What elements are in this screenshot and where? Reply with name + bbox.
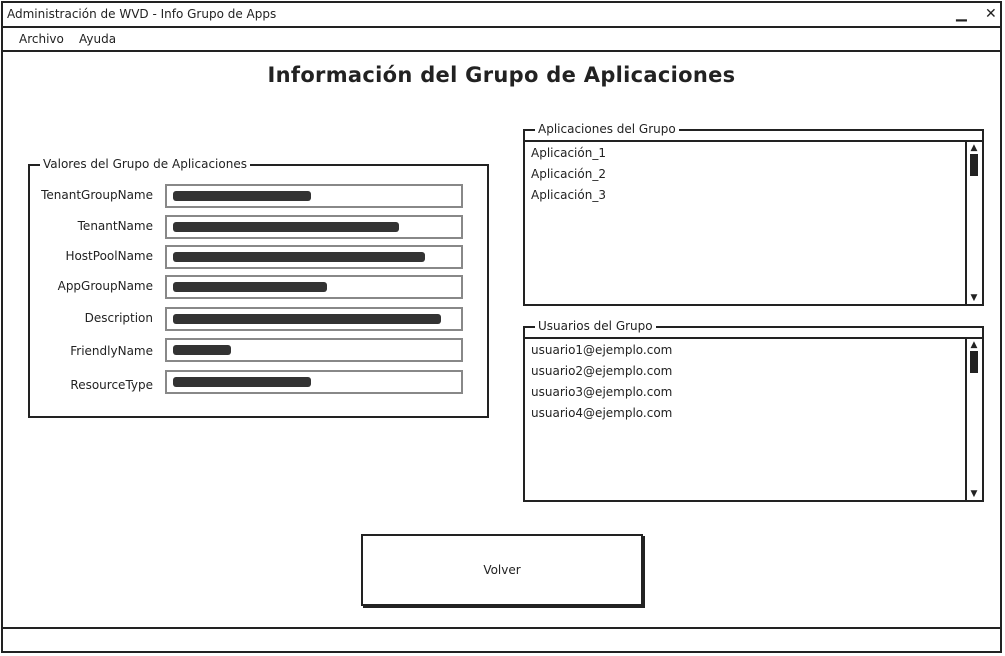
users-panel-legend: Usuarios del Grupo	[535, 319, 656, 333]
field-tenantgroupname[interactable]	[165, 184, 463, 208]
redacted-value	[173, 252, 425, 262]
redacted-value	[173, 377, 311, 387]
menu-bar: Archivo Ayuda	[3, 28, 1000, 52]
values-panel-legend: Valores del Grupo de Aplicaciones	[40, 157, 250, 171]
scroll-down-icon[interactable]: ▼	[968, 293, 980, 303]
label-description: Description	[84, 311, 153, 325]
field-hostpoolname[interactable]	[165, 245, 463, 269]
field-tenantname[interactable]	[165, 215, 463, 239]
title-bar: Administración de WVD - Info Grupo de Ap…	[3, 3, 1000, 28]
redacted-value	[173, 314, 441, 324]
close-icon[interactable]: ✕	[985, 3, 997, 26]
back-button[interactable]: Volver	[361, 534, 643, 606]
label-friendlyname: FriendlyName	[70, 344, 153, 358]
label-tenantname: TenantName	[77, 219, 153, 233]
redacted-value	[173, 282, 327, 292]
field-appgroupname[interactable]	[165, 275, 463, 299]
label-hostpoolname: HostPoolName	[65, 249, 153, 263]
users-list[interactable]: usuario1@ejemplo.com usuario2@ejemplo.co…	[525, 337, 982, 500]
values-panel: Valores del Grupo de Aplicaciones Tenant…	[28, 157, 489, 418]
label-appgroupname: AppGroupName	[57, 279, 153, 293]
list-item[interactable]: Aplicación_3	[531, 188, 606, 202]
scroll-thumb[interactable]	[970, 351, 978, 373]
window-title: Administración de WVD - Info Grupo de Ap…	[7, 7, 277, 21]
list-item[interactable]: usuario4@ejemplo.com	[531, 406, 672, 420]
scroll-down-icon[interactable]: ▼	[968, 489, 980, 499]
users-panel: Usuarios del Grupo usuario1@ejemplo.com …	[523, 319, 984, 502]
list-item[interactable]: usuario1@ejemplo.com	[531, 343, 672, 357]
users-scrollbar[interactable]: ▲ ▼	[965, 339, 982, 500]
list-item[interactable]: Aplicación_1	[531, 146, 606, 160]
list-item[interactable]: usuario3@ejemplo.com	[531, 385, 672, 399]
redacted-value	[173, 345, 231, 355]
minimize-icon[interactable]: ▁	[956, 3, 967, 26]
redacted-value	[173, 222, 399, 232]
menu-archivo[interactable]: Archivo	[19, 28, 64, 50]
scroll-up-icon[interactable]: ▲	[968, 340, 980, 350]
app-window: Administración de WVD - Info Grupo de Ap…	[1, 1, 1002, 653]
field-description[interactable]	[165, 307, 463, 331]
page-title: Información del Grupo de Aplicaciones	[267, 63, 736, 87]
label-tenantgroupname: TenantGroupName	[41, 188, 153, 202]
apps-panel-legend: Aplicaciones del Grupo	[535, 122, 679, 136]
label-resourcetype: ResourceType	[70, 378, 153, 392]
apps-scrollbar[interactable]: ▲ ▼	[965, 142, 982, 304]
apps-list[interactable]: Aplicación_1 Aplicación_2 Aplicación_3 ▲…	[525, 140, 982, 304]
list-item[interactable]: usuario2@ejemplo.com	[531, 364, 672, 378]
field-resourcetype[interactable]	[165, 370, 463, 394]
menu-ayuda[interactable]: Ayuda	[79, 28, 116, 50]
apps-panel: Aplicaciones del Grupo Aplicación_1 Apli…	[523, 122, 984, 306]
list-item[interactable]: Aplicación_2	[531, 167, 606, 181]
status-bar	[3, 627, 1000, 651]
scroll-up-icon[interactable]: ▲	[968, 143, 980, 153]
field-friendlyname[interactable]	[165, 338, 463, 362]
scroll-thumb[interactable]	[970, 154, 978, 176]
redacted-value	[173, 191, 311, 201]
